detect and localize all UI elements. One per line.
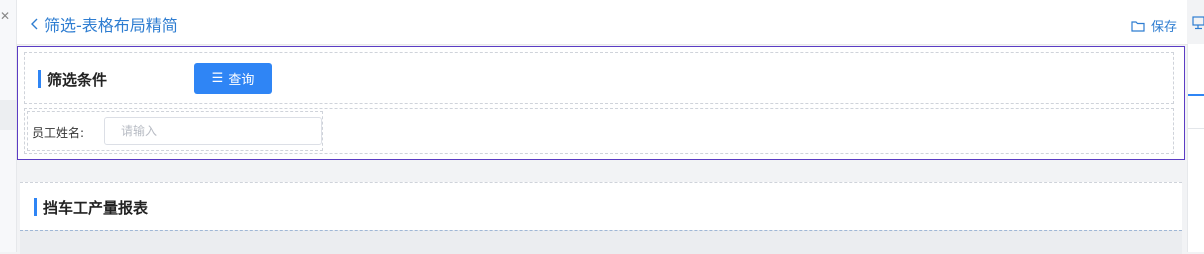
monitor-icon[interactable] — [1192, 16, 1204, 30]
right-panel-collapsed — [1187, 44, 1204, 252]
chevron-left-icon — [31, 18, 38, 30]
filter-section-title: 筛选条件 — [47, 71, 108, 89]
section-accent-bar — [38, 70, 41, 88]
top-bar: 筛选-表格布局精简 保存 — [17, 0, 1187, 45]
query-button[interactable]: ☰ 查询 — [194, 63, 272, 94]
report-section: 挡车工产量报表 — [20, 182, 1182, 254]
filter-header-row: 筛选条件 ☰ 查询 — [24, 52, 1174, 104]
filter-fields-row: 员工姓名: — [24, 108, 1174, 154]
report-table[interactable] — [20, 230, 1182, 254]
report-title: 挡车工产量报表 — [43, 199, 149, 217]
divider — [1188, 128, 1204, 129]
list-icon: ☰ — [211, 71, 224, 86]
back-button[interactable]: 筛选-表格布局精简 — [30, 12, 178, 36]
save-button[interactable]: 保存 — [1131, 16, 1177, 35]
employee-name-field: 员工姓名: — [27, 111, 323, 151]
filter-container[interactable]: 筛选条件 ☰ 查询 员工姓名: — [17, 46, 1185, 160]
left-sidebar-collapsed: ✕ — [0, 0, 17, 252]
section-accent-bar — [34, 198, 37, 216]
sidebar-selected-item[interactable] — [0, 100, 16, 130]
save-label: 保存 — [1150, 20, 1177, 35]
close-icon[interactable]: ✕ — [0, 10, 10, 22]
query-label: 查询 — [228, 73, 255, 88]
folder-icon — [1131, 20, 1145, 32]
employee-name-label: 员工姓名: — [32, 126, 85, 140]
right-panel-active-tab[interactable] — [1188, 94, 1204, 96]
employee-name-input[interactable] — [104, 117, 322, 145]
page-title: 筛选-表格布局精简 — [44, 16, 178, 35]
